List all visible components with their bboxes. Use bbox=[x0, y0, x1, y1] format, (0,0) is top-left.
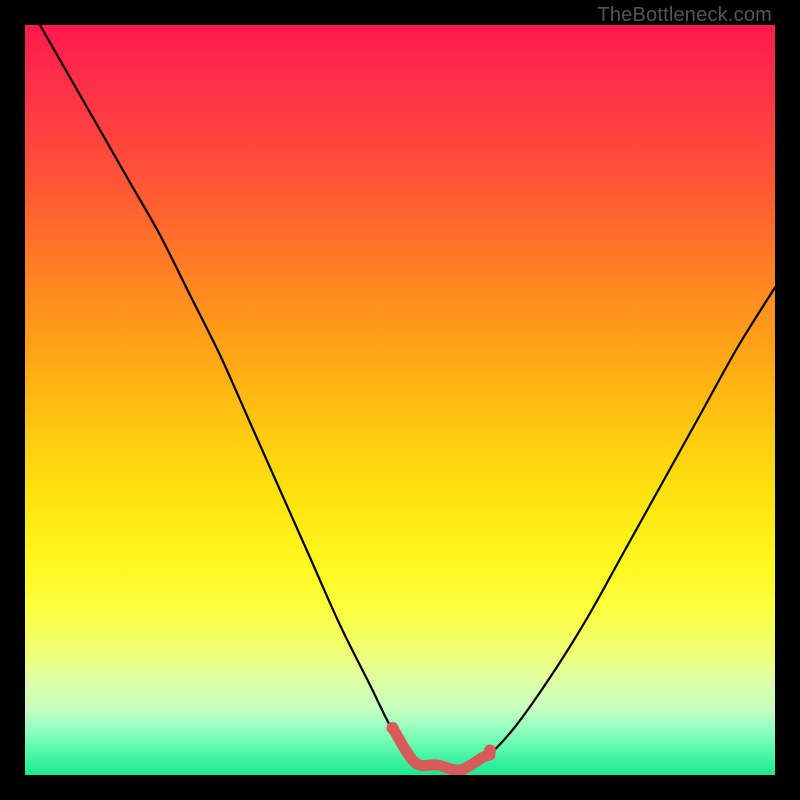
watermark-text: TheBottleneck.com bbox=[597, 4, 772, 27]
trough-marker bbox=[25, 25, 775, 775]
